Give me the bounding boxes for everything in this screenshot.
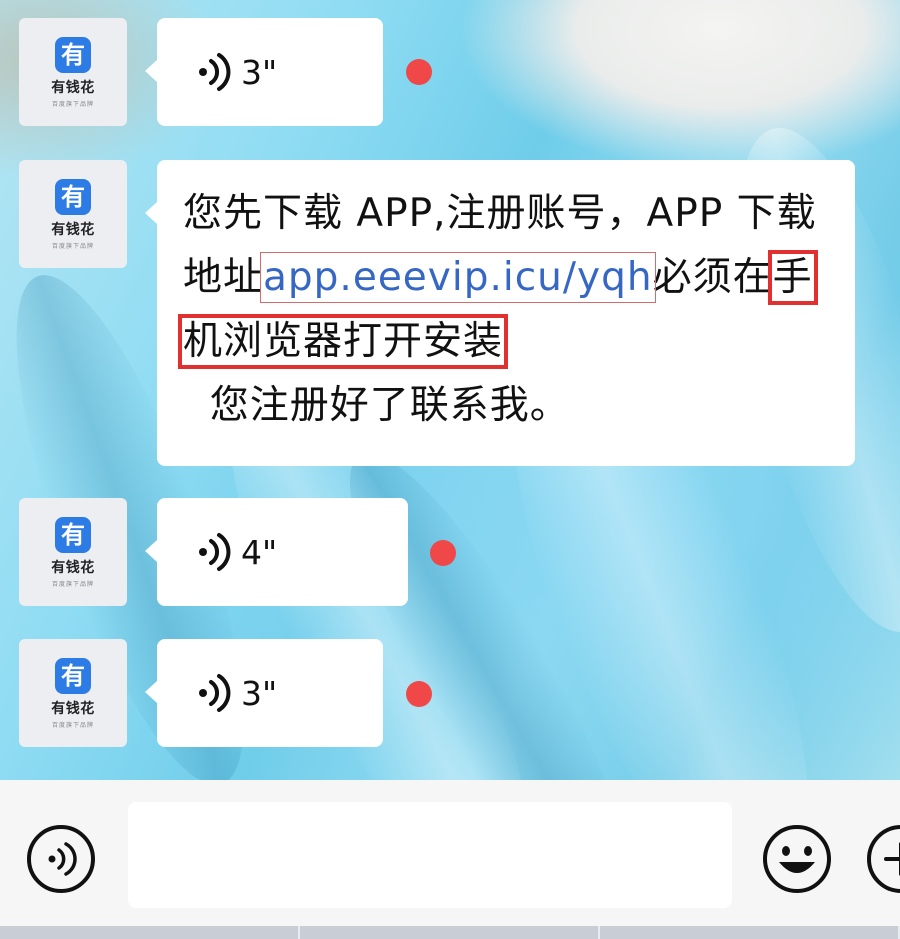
avatar-app-name: 有钱花 <box>51 559 95 576</box>
app-logo-icon: 有 <box>55 516 91 553</box>
download-link[interactable]: app.eeevip.icu/yqh <box>260 252 656 303</box>
voice-duration: 3" <box>241 52 278 92</box>
app-logo-icon: 有 <box>55 178 91 215</box>
sender-avatar[interactable]: 有 有钱花 百度旗下品牌 <box>19 18 127 126</box>
avatar-tagline: 百度旗下品牌 <box>51 100 94 108</box>
avatar-app-name: 有钱花 <box>51 700 95 717</box>
sender-avatar[interactable]: 有 有钱花 百度旗下品牌 <box>19 160 127 268</box>
voice-duration: 3" <box>241 673 278 713</box>
message-input[interactable] <box>128 802 732 908</box>
voice-duration: 4" <box>241 532 278 572</box>
voice-wave-icon <box>199 53 231 91</box>
avatar-tagline: 百度旗下品牌 <box>51 580 94 588</box>
message-text-end: 您注册好了联系我。 <box>183 383 570 428</box>
sender-avatar[interactable]: 有 有钱花 百度旗下品牌 <box>19 498 127 606</box>
voice-icon <box>48 842 77 876</box>
keyboard-top-strip <box>0 926 900 939</box>
voice-wave-icon <box>199 674 231 712</box>
message-text: 您先下载 APP,注册账号，APP 下载地址app.eeevip.icu/yqh… <box>178 182 843 438</box>
voice-message[interactable]: 3" <box>145 18 383 126</box>
avatar-app-name: 有钱花 <box>51 79 95 96</box>
unread-dot <box>406 681 432 707</box>
avatar-tagline: 百度旗下品牌 <box>51 242 94 250</box>
app-logo-icon: 有 <box>55 657 91 694</box>
voice-wave-icon <box>199 533 231 571</box>
app-logo-icon: 有 <box>55 36 91 73</box>
avatar-app-name: 有钱花 <box>51 221 95 238</box>
avatar-tagline: 百度旗下品牌 <box>51 721 94 729</box>
plus-icon <box>867 825 900 893</box>
sender-avatar[interactable]: 有 有钱花 百度旗下品牌 <box>19 639 127 747</box>
more-button[interactable] <box>866 824 900 894</box>
unread-dot <box>430 540 456 566</box>
text-message[interactable]: 您先下载 APP,注册账号，APP 下载地址app.eeevip.icu/yqh… <box>145 160 855 466</box>
voice-message[interactable]: 4" <box>145 498 408 606</box>
voice-message[interactable]: 3" <box>145 639 383 747</box>
voice-input-button[interactable] <box>26 824 96 894</box>
emoji-icon <box>763 825 831 893</box>
unread-dot <box>406 59 432 85</box>
message-text-middle: 必须在 <box>652 255 773 300</box>
emoji-button[interactable] <box>762 824 832 894</box>
